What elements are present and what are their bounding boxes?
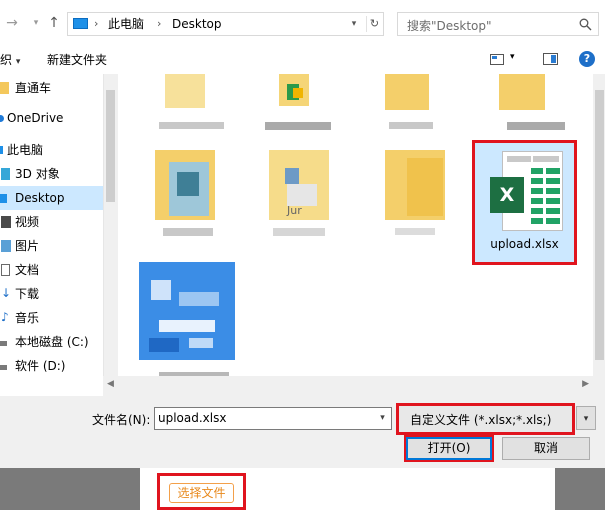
document-icon [1,264,10,276]
navigation-pane: 直通车 OneDrive 此电脑 3D 对象 Desktop 视频 图片 文档 [0,74,103,396]
sidebar-item-quick-folder[interactable]: 直通车 [0,76,103,100]
sidebar-item-label: 直通车 [15,81,52,95]
computer-icon [73,18,88,29]
drive-icon [0,365,7,370]
filename-value: upload.xlsx [158,411,227,425]
file-item[interactable] [499,74,569,134]
sidebar-item-this-pc[interactable]: 此电脑 [0,138,103,162]
chevron-right-icon: › [157,17,162,30]
cancel-button[interactable]: 取消 [502,437,590,460]
sidebar-item-videos[interactable]: 视频 [0,210,103,234]
file-item[interactable]: Jur [269,150,335,242]
scroll-left-icon[interactable]: ◀ [107,379,114,389]
search-box[interactable]: 搜索"Desktop" [397,12,599,36]
sidebar-item-3d-objects[interactable]: 3D 对象 [0,162,103,186]
cube-icon [1,168,10,180]
search-placeholder: 搜索"Desktop" [407,19,492,33]
address-bar[interactable]: › 此电脑 › Desktop ▾ ↻ [67,12,384,36]
preview-pane-icon[interactable] [543,53,558,65]
toolbar: 织 ▾ 新建文件夹 ▾ ? [0,46,605,74]
address-row: → ▾ ↑ › 此电脑 › Desktop ▾ ↻ 搜索"Desktop" [0,0,605,46]
folder-icon [0,82,9,94]
help-icon[interactable]: ? [579,51,595,67]
view-options-icon[interactable] [490,54,504,65]
filename-dropdown-icon[interactable]: ▾ [374,408,391,429]
address-dropdown-icon[interactable]: ▾ [346,16,362,32]
filetype-select[interactable]: 自定义文件 (*.xlsx;*.xls;) [396,403,575,435]
sidebar-item-onedrive[interactable]: OneDrive [0,106,103,130]
sidebar-item-label: 图片 [15,239,40,253]
open-button[interactable]: 打开(O) [406,437,492,460]
sidebar-scrollbar-thumb[interactable] [106,90,115,202]
sidebar-item-music[interactable]: ♪ 音乐 [0,306,103,330]
excel-x-icon: X [490,177,524,213]
sidebar-item-label: 下载 [15,287,40,301]
sidebar-item-pictures[interactable]: 图片 [0,234,103,258]
file-item-upload-xlsx[interactable]: X upload.xlsx [472,140,577,265]
computer-icon [0,146,3,154]
cloud-icon [0,115,4,122]
sidebar-item-desktop[interactable]: Desktop [0,186,103,210]
file-item[interactable] [159,74,224,134]
filename-input[interactable]: upload.xlsx [154,407,392,430]
video-icon [1,216,11,228]
view-dropdown-icon[interactable]: ▾ [510,52,515,62]
file-item[interactable] [265,74,335,134]
sidebar-item-label: 3D 对象 [15,167,60,181]
choose-file-button[interactable]: 选择文件 [169,483,234,503]
drive-icon [0,341,7,346]
file-name-label: upload.xlsx [490,237,559,251]
sidebar-item-label: OneDrive [7,111,64,125]
up-arrow-icon[interactable]: ↑ [46,14,62,32]
filename-label: 文件名(N): [92,413,151,427]
recent-dropdown-icon[interactable]: ▾ [28,14,44,32]
sidebar-item-label: 软件 (D:) [15,359,66,373]
forward-icon[interactable]: → [4,14,20,32]
filetype-value: 自定义文件 (*.xlsx;*.xls;) [410,413,552,427]
chevron-right-icon: › [94,17,99,30]
file-item[interactable] [381,74,441,134]
filetype-dropdown-icon[interactable]: ▾ [576,406,596,430]
refresh-icon[interactable]: ↻ [366,16,382,32]
sidebar-item-drive-d[interactable]: 软件 (D:) [0,354,103,378]
sidebar-item-label: 音乐 [15,311,40,325]
search-icon[interactable] [579,18,592,31]
music-icon: ♪ [1,310,9,324]
choose-file-highlight: 选择文件 [157,473,246,510]
download-icon: ↓ [1,286,12,300]
new-folder-button[interactable]: 新建文件夹 [47,51,107,68]
sidebar-item-label: 本地磁盘 (C:) [15,335,89,349]
chevron-down-icon: ▾ [15,57,21,67]
sidebar-item-label: 文档 [15,263,40,277]
sidebar-item-downloads[interactable]: ↓ 下载 [0,282,103,306]
sidebar-item-drive-c[interactable]: 本地磁盘 (C:) [0,330,103,354]
horizontal-scrollbar[interactable]: ◀ ▶ [103,376,593,396]
sidebar-item-documents[interactable]: 文档 [0,258,103,282]
sidebar-item-label: 视频 [15,215,40,229]
partial-file-label: Jur [287,204,302,217]
file-open-dialog: → ▾ ↑ › 此电脑 › Desktop ▾ ↻ 搜索"Desktop" 织 … [0,0,605,510]
scroll-right-icon[interactable]: ▶ [582,379,589,389]
file-item[interactable] [155,150,221,242]
organize-button[interactable]: 织 ▾ [0,51,20,68]
file-item[interactable] [385,150,451,242]
organize-label: 织 [0,53,13,67]
file-list-scrollbar-thumb[interactable] [595,90,604,360]
sidebar-item-label: Desktop [15,191,65,205]
desktop-icon [0,194,7,203]
breadcrumb-this-pc[interactable]: 此电脑 [108,17,144,32]
breadcrumb-desktop[interactable]: Desktop [172,17,222,32]
sidebar-item-label: 此电脑 [7,143,44,157]
picture-icon [1,240,11,252]
